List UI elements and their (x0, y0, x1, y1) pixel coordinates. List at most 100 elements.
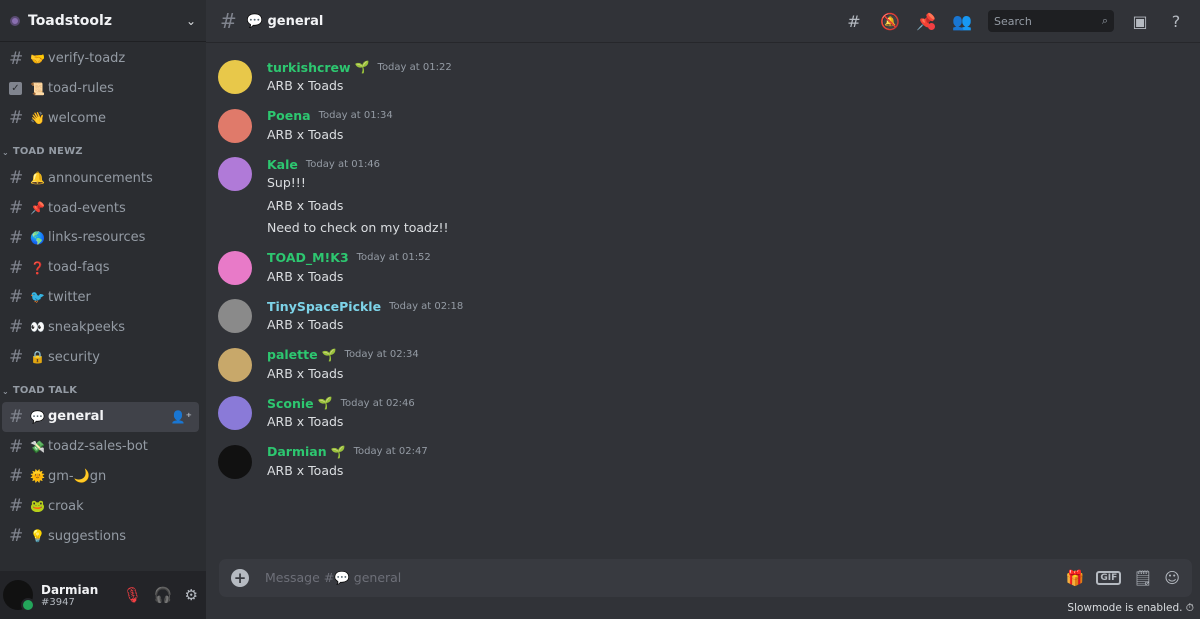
message-item[interactable]: palette 🌱 Today at 02:34 ARB x Toads (206, 342, 1200, 391)
avatar[interactable] (218, 299, 252, 333)
message-author[interactable]: TOAD_M!K3 (267, 250, 349, 265)
message-item[interactable]: turkishcrew 🌱 Today at 01:22 ARB x Toads (206, 54, 1200, 103)
inbox-icon[interactable]: ▣ (1130, 12, 1150, 31)
channel-twitter[interactable]: # 🐦 twitter (2, 283, 199, 313)
avatar[interactable] (3, 580, 35, 612)
member-list-icon[interactable]: 👥 (952, 12, 972, 31)
channel-label: general (48, 409, 104, 425)
channel-label: croak (48, 498, 84, 514)
chevron-down-icon[interactable]: ⌄ (186, 14, 196, 28)
channel-welcome[interactable]: # 👋 welcome (2, 104, 199, 134)
message-input[interactable]: Message #💬 general (265, 570, 1066, 586)
hash-icon: # (9, 227, 24, 248)
message-timestamp: Today at 02:47 (353, 446, 428, 457)
message-list: turkishcrew 🌱 Today at 01:22 ARB x Toads Poe… (206, 44, 1200, 557)
message-body: Darmian 🌱 Today at 02:47 ARB x Toads (267, 443, 428, 484)
headphones-icon[interactable]: 🎧 (154, 586, 173, 604)
channel-links-resources[interactable]: # 🌎 links-resources (2, 223, 199, 253)
search-placeholder: Search (994, 14, 1032, 28)
message-item[interactable]: Sconie 🌱 Today at 02:46 ARB x Toads (206, 390, 1200, 439)
caret-down-icon: ⌄ (2, 386, 9, 396)
channel-suggestions[interactable]: # 💡 suggestions (2, 521, 199, 551)
message-header: TOAD_M!K3 Today at 01:52 (267, 249, 431, 267)
channel-label: toad-rules (48, 81, 114, 97)
channel-toadz-sales-bot[interactable]: # 💸 toadz-sales-bot (2, 432, 199, 462)
pin-icon[interactable]: 📌 (916, 12, 936, 31)
user-info[interactable]: Darmian #3947 (41, 583, 98, 608)
message-author[interactable]: palette (267, 347, 318, 362)
add-attachment-icon[interactable]: + (231, 569, 249, 587)
avatar[interactable] (218, 157, 252, 191)
message-text: Need to check on my toadz!! (267, 220, 449, 235)
channel-verify-toadz[interactable]: # 🤝 verify-toadz (2, 44, 199, 74)
message-timestamp: Today at 02:34 (344, 349, 419, 360)
message-author[interactable]: Poena (267, 108, 311, 123)
hash-icon: # (9, 496, 24, 517)
message-author[interactable]: Sconie (267, 396, 314, 411)
message-item[interactable]: Poena Today at 01:34 ARB x Toads (206, 103, 1200, 152)
channel-label: gm-🌙gn (48, 468, 107, 484)
user-panel: Darmian #3947 🎙 🎧 ⚙ (0, 571, 206, 619)
message-timestamp: Today at 02:18 (389, 300, 464, 312)
avatar[interactable] (218, 396, 252, 430)
message-header: Sconie 🌱 Today at 02:46 (267, 394, 415, 412)
message-author[interactable]: Darmian (267, 444, 327, 459)
mute-mic-icon[interactable]: 🎙 (123, 586, 142, 604)
channel-emoji: 🐦 (30, 290, 45, 305)
help-icon[interactable]: ? (1166, 12, 1186, 31)
avatar[interactable] (218, 60, 252, 94)
avatar[interactable] (218, 108, 252, 143)
channel-label: toad-faqs (48, 260, 110, 276)
avatar[interactable] (218, 444, 252, 479)
hash-icon: # (9, 317, 24, 338)
server-name: Toadstoolz (28, 12, 112, 29)
threads-icon[interactable]: # (844, 12, 864, 31)
category-toad-talk[interactable]: ⌄ TOAD TALK (0, 372, 206, 402)
search-icon: ⌕ (1101, 14, 1108, 27)
channel-general[interactable]: # 💬 general 👤⁺ (2, 401, 199, 432)
message-item[interactable]: Darmian 🌱 Today at 02:47 ARB x Toads (206, 439, 1200, 488)
channel-croak[interactable]: # 🐸 croak (2, 491, 199, 521)
channel-gm-gn[interactable]: # 🌞 gm-🌙gn (2, 462, 199, 492)
user-controls: 🎙 🎧 ⚙ (123, 586, 198, 604)
channel-label: links-resources (48, 230, 146, 246)
message-author[interactable]: Kale (267, 157, 298, 172)
hash-icon: # (9, 436, 24, 457)
channel-sneakpeeks[interactable]: # 👀 sneakpeeks (2, 312, 199, 342)
message-item[interactable]: Kale Today at 01:46 Sup!!! ARB x Toads Need … (206, 151, 1200, 245)
message-text: ARB x Toads (267, 462, 344, 478)
message-timestamp: Today at 01:46 (305, 158, 381, 170)
search-input[interactable]: Search ⌕ (988, 10, 1114, 32)
channel-security[interactable]: # 🔒 security (2, 342, 199, 372)
add-user-icon[interactable]: 👤⁺ (171, 410, 192, 424)
channel-toad-rules[interactable]: ✓ 📜 toad-rules (2, 74, 199, 104)
gift-icon[interactable]: 🎁 (1066, 569, 1085, 587)
message-text: ARB x Toads (267, 268, 344, 284)
avatar[interactable] (218, 347, 252, 382)
role-badge-icon: 🌱 (330, 444, 346, 459)
channel-announcements[interactable]: # 🔔 announcements (2, 163, 199, 193)
message-header: turkishcrew 🌱 Today at 01:22 (267, 58, 452, 76)
category-toad-newz[interactable]: ⌄ TOAD NEWZ (0, 133, 206, 163)
message-composer: + Message #💬 general 🎁 GIF 🗒 ☺ (219, 559, 1192, 597)
sticker-icon[interactable]: 🗒 (1133, 569, 1152, 587)
hash-icon: # (9, 287, 24, 308)
channel-emoji: 🤝 (30, 51, 45, 66)
channel-toad-events[interactable]: # 📌 toad-events (2, 193, 199, 223)
avatar[interactable] (218, 250, 252, 285)
channel-toad-faqs[interactable]: # ❓ toad-faqs (2, 253, 199, 283)
hash-icon: # (9, 466, 24, 487)
server-header[interactable]: Toadstoolz ⌄ (0, 0, 206, 42)
notification-muted-icon[interactable]: 🔕 (880, 12, 900, 31)
message-item[interactable]: TOAD_M!K3 Today at 01:52 ARB x Toads (206, 245, 1200, 294)
message-author[interactable]: TinySpacePickle (267, 299, 381, 314)
gif-icon[interactable]: GIF (1096, 571, 1122, 585)
channel-label: verify-toadz (48, 51, 126, 67)
hash-icon: # (9, 168, 24, 189)
gear-icon[interactable]: ⚙ (185, 586, 198, 604)
message-item[interactable]: TinySpacePickle Today at 02:18 ARB x Toads (206, 293, 1200, 342)
message-author[interactable]: turkishcrew (267, 60, 351, 75)
message-body: TinySpacePickle Today at 02:18 ARB x Toads (267, 297, 463, 338)
message-body: Poena Today at 01:34 ARB x Toads (267, 107, 393, 148)
emoji-icon[interactable]: ☺ (1164, 569, 1180, 587)
